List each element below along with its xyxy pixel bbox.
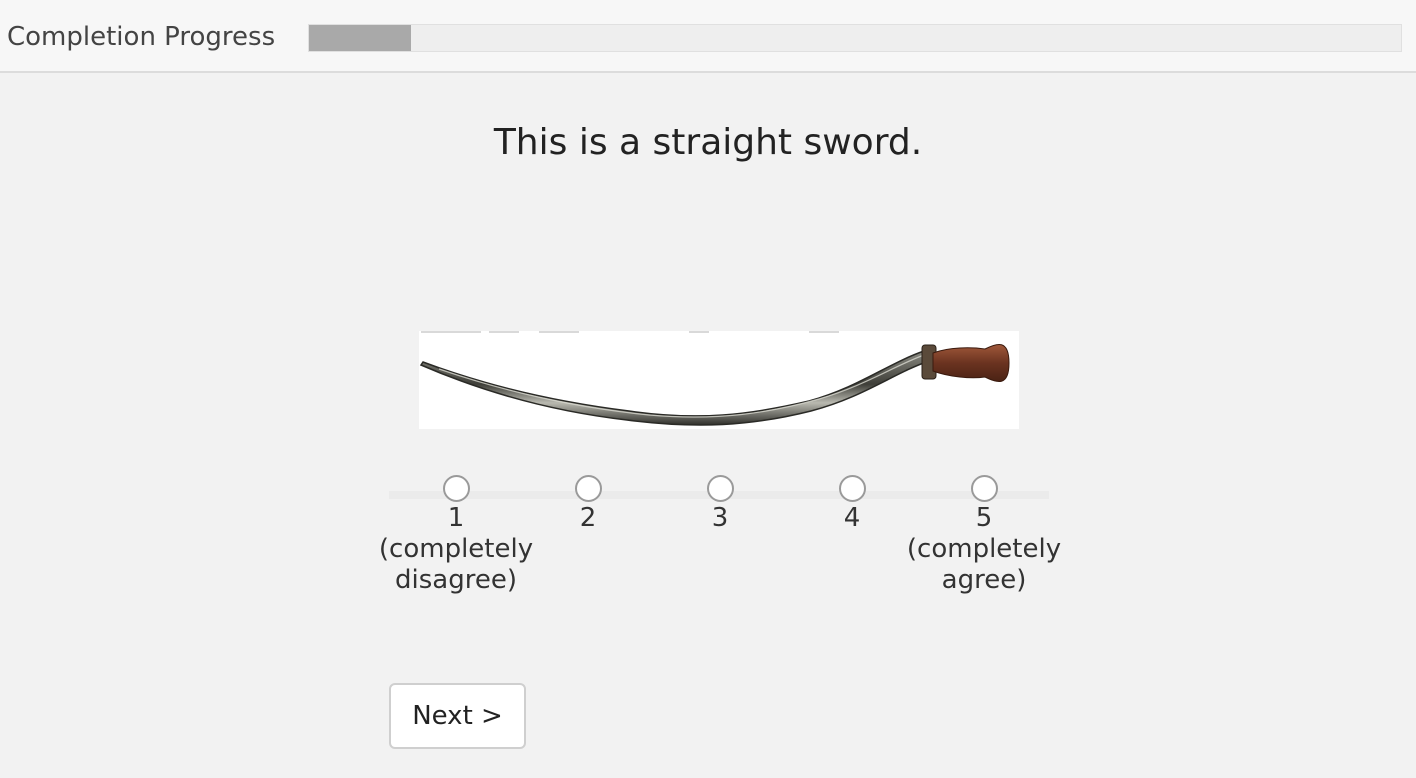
sword-illustration [419, 331, 1010, 426]
progress-bar [308, 24, 1402, 52]
radio-button-2[interactable] [574, 475, 602, 502]
radio-button-5[interactable] [970, 475, 998, 502]
next-button[interactable]: Next > [389, 683, 526, 749]
question-text: This is a straight sword. [493, 122, 923, 163]
progress-label: Completion Progress [7, 22, 276, 52]
curved-sword-image [419, 331, 1019, 429]
progress-header: Completion Progress [0, 0, 1416, 73]
radio-button-1[interactable] [442, 475, 470, 502]
radio-button-4[interactable] [838, 475, 866, 502]
agreement-scale: 1 (completely disagree) 2 3 4 5 (complet… [379, 475, 1089, 615]
option-value-5: 5 [975, 503, 993, 533]
option-description-5: (completely agree) [906, 534, 1062, 595]
scale-option-5[interactable]: 5 (completely agree) [904, 475, 1064, 596]
progress-bar-fill [309, 25, 411, 51]
option-description-1: (completely disagree) [378, 534, 534, 595]
radio-button-3[interactable] [706, 475, 734, 502]
